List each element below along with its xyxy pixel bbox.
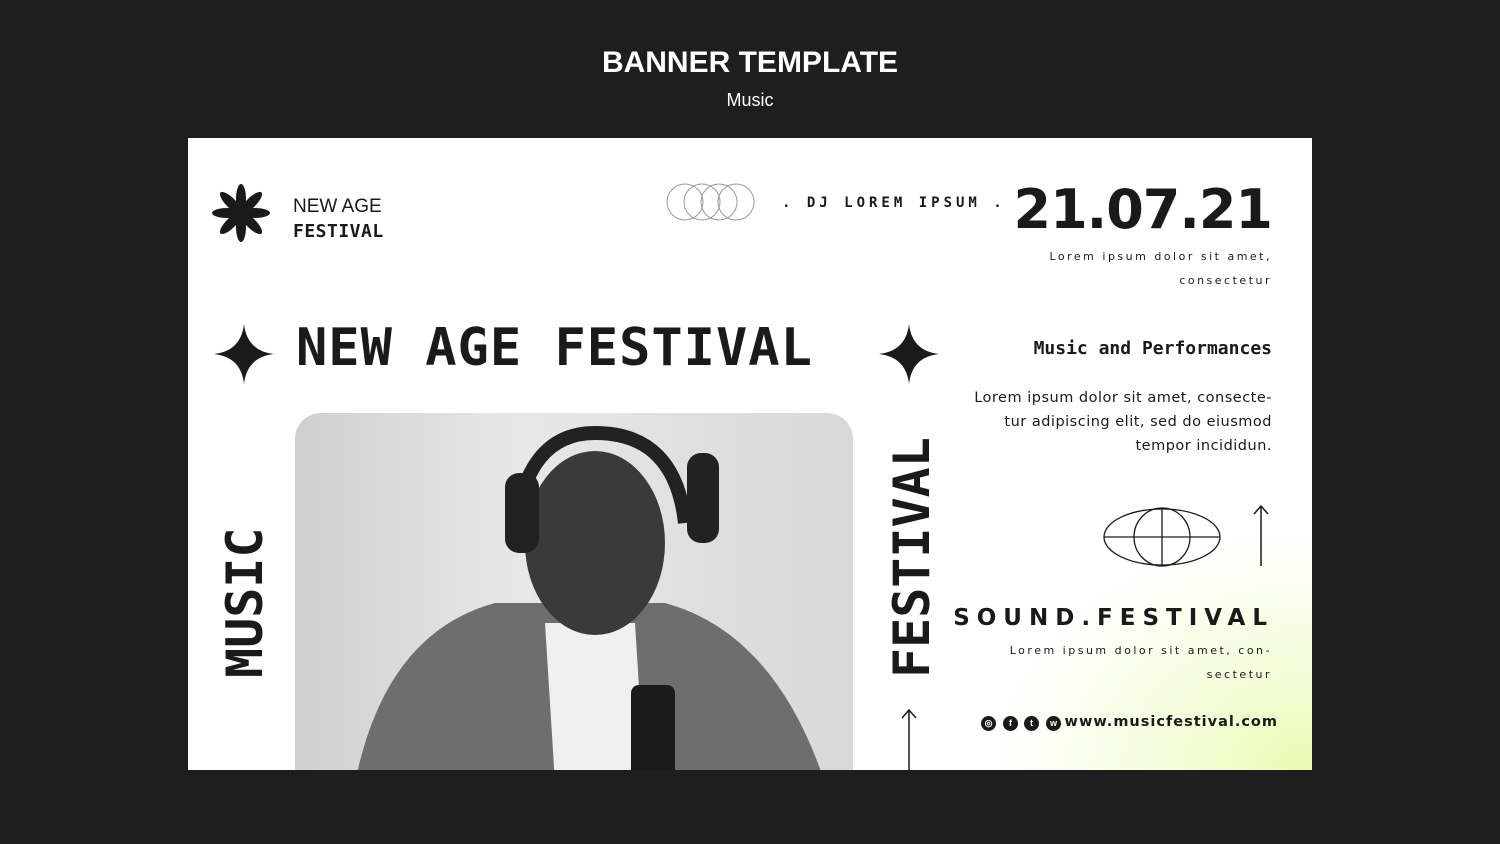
arrow-up-icon bbox=[1253, 504, 1269, 566]
vertical-festival: FESTIVAL bbox=[883, 437, 941, 678]
banner: NEW AGE FESTIVAL . DJ LOREM IPSUM . 21.0… bbox=[188, 138, 1312, 770]
website-link[interactable]: www.musicfestival.com bbox=[1065, 714, 1278, 730]
musician-photo bbox=[295, 413, 853, 770]
whatsapp-icon[interactable]: w bbox=[1046, 716, 1061, 731]
date-text-1: Lorem ipsum dolor sit amet, bbox=[1049, 250, 1272, 263]
twitter-icon[interactable]: t bbox=[1024, 716, 1039, 731]
page-title: BANNER TEMPLATE bbox=[601, 46, 899, 79]
sparkle-icon bbox=[879, 324, 939, 384]
page-subtitle: Music bbox=[726, 90, 774, 110]
rings-icon bbox=[666, 183, 755, 221]
sound-text-2: sectetur bbox=[1206, 668, 1272, 681]
globe-icon bbox=[1103, 507, 1221, 567]
sound-text-1: Lorem ipsum dolor sit amet, con- bbox=[1009, 644, 1272, 657]
dj-label: . DJ LOREM IPSUM . bbox=[782, 195, 1006, 211]
date-text-2: consectetur bbox=[1179, 274, 1272, 287]
instagram-icon[interactable]: ◎ bbox=[981, 716, 996, 731]
brand-line2: FESTIVAL bbox=[293, 221, 384, 242]
flower-icon bbox=[212, 184, 270, 242]
section-title: Music and Performances bbox=[1033, 338, 1272, 359]
arrow-up-icon bbox=[901, 708, 917, 770]
facebook-icon[interactable]: f bbox=[1003, 716, 1018, 731]
headline: NEW AGE FESTIVAL bbox=[296, 318, 813, 378]
event-date: 21.07.21 bbox=[1013, 178, 1273, 241]
sound-title: SOUND.FESTIVAL bbox=[953, 605, 1274, 631]
vertical-music: MUSIC bbox=[216, 527, 274, 678]
section-text: Lorem ipsum dolor sit amet, consecte-tur… bbox=[974, 390, 1272, 454]
brand-line1: NEW AGE bbox=[293, 196, 382, 217]
sparkle-icon bbox=[214, 324, 274, 384]
